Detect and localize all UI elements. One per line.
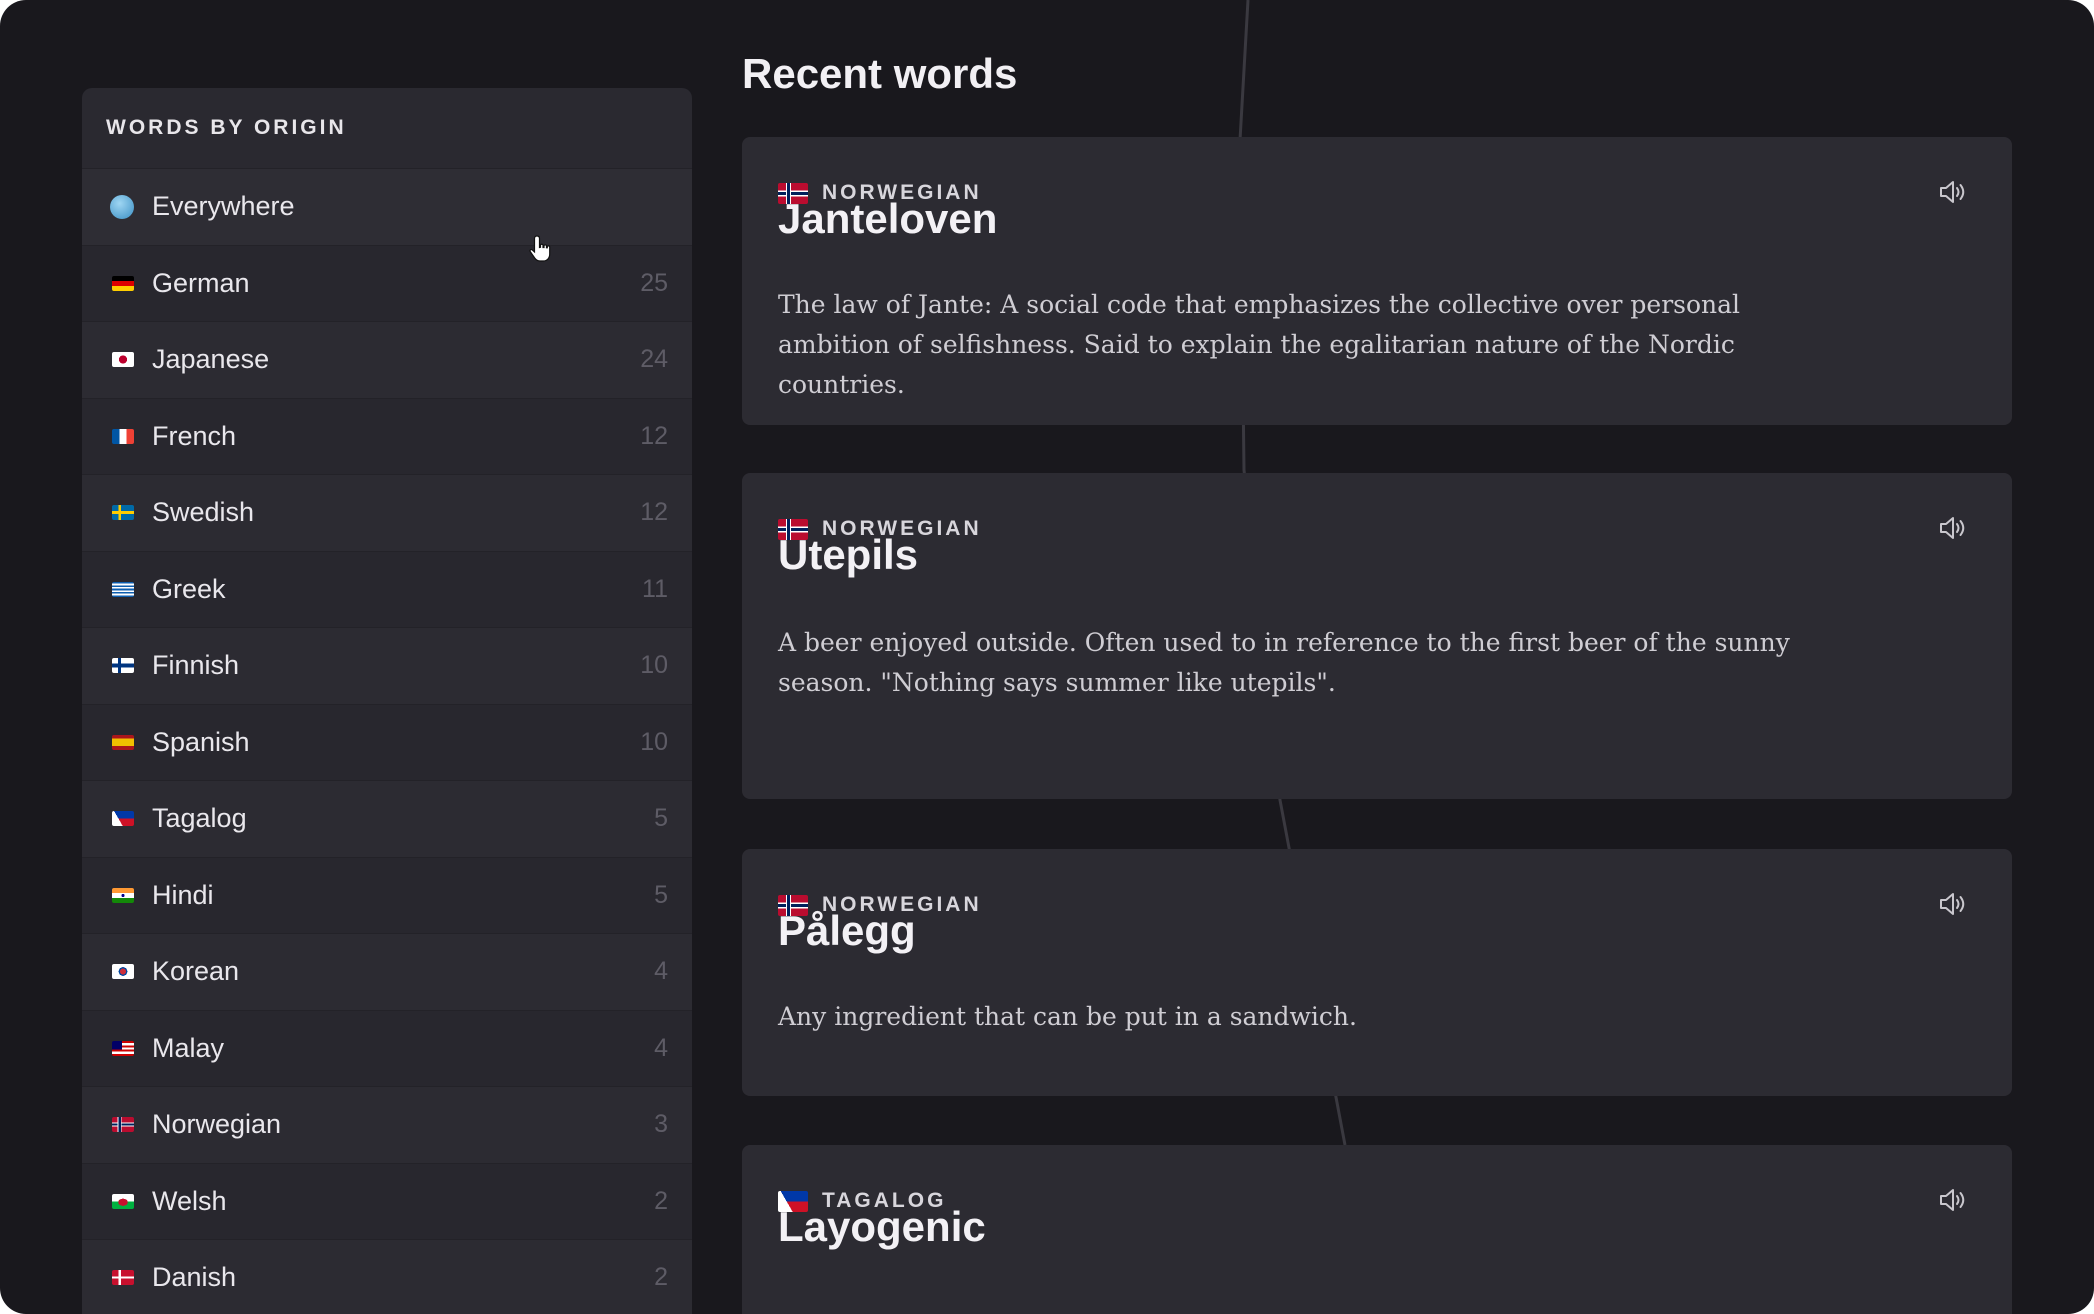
origin-label: Tagalog [152,803,247,834]
origin-count: 3 [654,1110,668,1139]
word-title: Pålegg [778,907,916,954]
globe-icon [110,194,134,219]
origin-count: 5 [654,804,668,833]
origin-item-greek[interactable]: Greek 11 [82,550,692,627]
origin-count: 12 [640,498,668,527]
origin-item-german[interactable]: German 25 [82,244,692,321]
word-definition: Any ingredient that can be put in a sand… [778,1002,1357,1031]
word-title: Utepils [778,531,919,578]
word-title: Janteloven [778,195,998,242]
no-flag-icon [112,1117,134,1133]
word-definition: The law of Jante: A social code that emp… [778,290,1741,399]
origin-count: 11 [642,574,668,603]
in-flag-icon [112,887,134,903]
origin-label: Welsh [152,1185,227,1216]
hand-pointer-icon [529,235,551,262]
origin-item-danish[interactable]: Danish 2 [82,1239,692,1314]
origin-item-norwegian[interactable]: Norwegian 3 [82,1086,692,1163]
de-flag-icon [112,275,134,291]
jp-flag-icon [112,352,134,368]
panel-title: WORDS BY ORIGIN [106,116,347,139]
words-by-origin-panel: WORDS BY ORIGIN Everywhere German 25 Japane… [82,88,692,1314]
speaker-icon[interactable] [1938,1187,1968,1213]
word-card[interactable]: NORWEGIAN Utepils A beer enjoyed outside. … [742,473,2012,799]
origin-count: 4 [654,1033,668,1062]
app-window: WORDS BY ORIGIN Everywhere German 25 Japane… [0,0,2094,1314]
word-card[interactable]: TAGALOG Layogenic [742,1145,2012,1314]
origin-item-everywhere[interactable]: Everywhere [82,168,692,245]
my-flag-icon [112,1040,134,1056]
kr-flag-icon [112,964,134,980]
origin-list: Everywhere German 25 Japanese 24 French 12 Swed… [82,168,692,1314]
origin-count: 4 [654,957,668,986]
origin-item-french[interactable]: French 12 [82,397,692,474]
word-card[interactable]: NORWEGIAN Pålegg Any ingredient that can b… [742,849,2012,1096]
es-flag-icon [112,734,134,750]
word-title: Layogenic [778,1203,986,1250]
ph-flag-icon [112,811,134,827]
word-card[interactable]: NORWEGIAN Janteloven The law of Jante: A s… [742,137,2012,425]
origin-label: Everywhere [152,191,295,222]
origin-count: 10 [640,651,668,680]
origin-count: 5 [654,880,668,909]
origin-label: Korean [152,956,240,987]
origin-label: Swedish [152,497,255,528]
origin-count: 10 [640,727,668,756]
origin-label: Norwegian [152,1109,282,1140]
origin-count: 12 [640,421,668,450]
origin-count: 2 [654,1186,668,1215]
origin-label: Greek [152,573,226,604]
speaker-icon[interactable] [1938,891,1968,917]
speaker-icon[interactable] [1938,179,1968,205]
origin-count: 24 [640,345,668,374]
origin-label: Japanese [152,344,270,375]
origin-item-welsh[interactable]: Welsh 2 [82,1162,692,1239]
fi-flag-icon [112,658,134,674]
origin-item-korean[interactable]: Korean 4 [82,933,692,1010]
origin-label: Malay [152,1032,225,1063]
origin-item-hindi[interactable]: Hindi 5 [82,856,692,933]
origin-item-tagalog[interactable]: Tagalog 5 [82,780,692,857]
origin-item-japanese[interactable]: Japanese 24 [82,321,692,398]
dk-flag-icon [112,1270,134,1286]
origin-label: Hindi [152,879,214,910]
speaker-icon[interactable] [1938,515,1968,541]
origin-count: 25 [640,268,668,297]
origin-item-swedish[interactable]: Swedish 12 [82,474,692,551]
origin-item-finnish[interactable]: Finnish 10 [82,627,692,704]
wales-flag-icon [112,1193,134,1209]
origin-item-malay[interactable]: Malay 4 [82,1009,692,1086]
fr-flag-icon [112,428,134,444]
origin-label: Danish [152,1262,237,1293]
word-definition: A beer enjoyed outside. Often used to in… [778,628,1790,697]
origin-item-spanish[interactable]: Spanish 10 [82,703,692,780]
origin-label: French [152,420,237,451]
origin-label: Spanish [152,726,250,757]
se-flag-icon [112,505,134,521]
origin-label: Finnish [152,650,240,681]
gr-flag-icon [112,581,134,597]
origin-label: German [152,267,250,298]
page-title: Recent words [742,50,1018,97]
origin-count: 2 [654,1263,668,1292]
